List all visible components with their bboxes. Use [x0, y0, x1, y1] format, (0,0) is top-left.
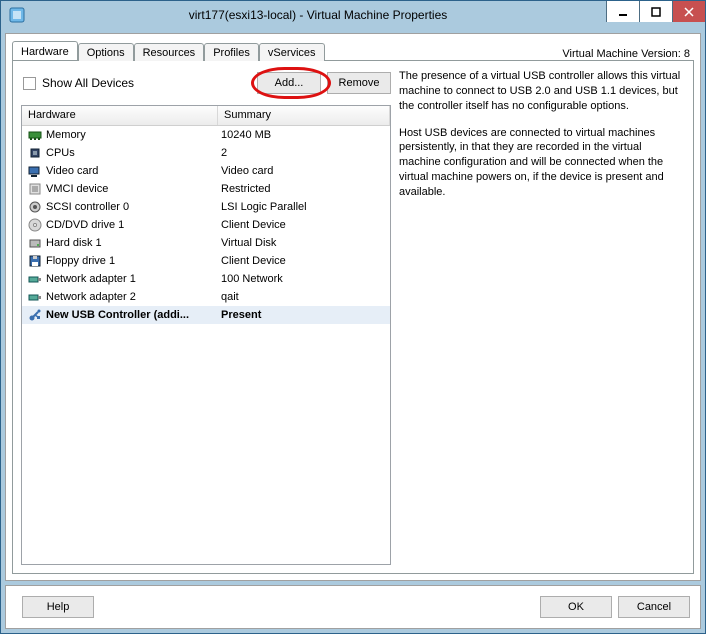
device-summary: 10240 MB — [217, 129, 390, 141]
device-name: Video card — [44, 165, 217, 177]
tab-profiles[interactable]: Profiles — [204, 43, 259, 61]
cancel-button[interactable]: Cancel — [618, 596, 690, 618]
remove-button[interactable]: Remove — [327, 72, 391, 94]
ok-button[interactable]: OK — [540, 596, 612, 618]
close-button[interactable] — [672, 1, 705, 22]
dialog-button-bar: Help OK Cancel — [5, 585, 701, 629]
device-row[interactable]: SCSI controller 0LSI Logic Parallel — [22, 198, 390, 216]
device-row[interactable]: New USB Controller (addi...Present — [22, 306, 390, 324]
device-summary: 2 — [217, 147, 390, 159]
column-summary[interactable]: Summary — [218, 106, 390, 125]
device-row[interactable]: CD/DVD drive 1Client Device — [22, 216, 390, 234]
minimize-button[interactable] — [606, 1, 639, 22]
device-summary: LSI Logic Parallel — [217, 201, 390, 213]
device-summary: Client Device — [217, 255, 390, 267]
device-name: Network adapter 2 — [44, 291, 217, 303]
device-name: Floppy drive 1 — [44, 255, 217, 267]
tab-page-hardware: Show All Devices Add... Remove Hardware … — [12, 60, 694, 574]
app-icon — [8, 6, 26, 24]
device-name: SCSI controller 0 — [44, 201, 217, 213]
tab-vservices[interactable]: vServices — [259, 43, 325, 61]
show-all-devices-checkbox[interactable]: Show All Devices — [23, 76, 134, 90]
tab-options[interactable]: Options — [78, 43, 134, 61]
info-paragraph-1: The presence of a virtual USB controller… — [399, 69, 681, 114]
nic-icon — [26, 272, 44, 286]
checkbox-box-icon — [23, 77, 36, 90]
device-list-body: Memory10240 MBCPUs2Video cardVideo cardV… — [22, 126, 390, 564]
nic-icon — [26, 290, 44, 304]
video-icon — [26, 164, 44, 178]
tab-hardware[interactable]: Hardware — [12, 41, 78, 60]
device-summary: qait — [217, 291, 390, 303]
window-controls — [606, 1, 705, 22]
device-row[interactable]: Memory10240 MB — [22, 126, 390, 144]
device-name: CD/DVD drive 1 — [44, 219, 217, 231]
device-summary: Video card — [217, 165, 390, 177]
device-row[interactable]: CPUs2 — [22, 144, 390, 162]
device-summary: Present — [217, 309, 390, 321]
device-summary: Restricted — [217, 183, 390, 195]
vm-version-label: Virtual Machine Version: 8 — [562, 48, 694, 60]
window-title: virt177(esxi13-local) - Virtual Machine … — [31, 8, 705, 22]
usb-icon — [26, 308, 44, 322]
device-row[interactable]: VMCI deviceRestricted — [22, 180, 390, 198]
info-paragraph-2: Host USB devices are connected to virtua… — [399, 126, 681, 200]
device-row[interactable]: Floppy drive 1Client Device — [22, 252, 390, 270]
device-row[interactable]: Network adapter 1100 Network — [22, 270, 390, 288]
tab-resources[interactable]: Resources — [134, 43, 205, 61]
device-name: Memory — [44, 129, 217, 141]
device-list[interactable]: Hardware Summary Memory10240 MBCPUs2Vide… — [21, 105, 391, 565]
device-name: CPUs — [44, 147, 217, 159]
device-row[interactable]: Hard disk 1Virtual Disk — [22, 234, 390, 252]
vmci-icon — [26, 182, 44, 196]
memory-icon — [26, 128, 44, 142]
help-button[interactable]: Help — [22, 596, 94, 618]
device-summary: Client Device — [217, 219, 390, 231]
titlebar[interactable]: virt177(esxi13-local) - Virtual Machine … — [1, 1, 705, 29]
device-name: Hard disk 1 — [44, 237, 217, 249]
cd-icon — [26, 218, 44, 232]
device-summary: 100 Network — [217, 273, 390, 285]
device-name: VMCI device — [44, 183, 217, 195]
cpu-icon — [26, 146, 44, 160]
hardware-top-controls: Show All Devices Add... Remove — [21, 69, 391, 97]
show-all-devices-label: Show All Devices — [42, 76, 134, 90]
vm-properties-window: virt177(esxi13-local) - Virtual Machine … — [0, 0, 706, 634]
device-row[interactable]: Video cardVideo card — [22, 162, 390, 180]
device-summary: Virtual Disk — [217, 237, 390, 249]
maximize-button[interactable] — [639, 1, 672, 22]
column-hardware[interactable]: Hardware — [22, 106, 218, 125]
hardware-left-column: Show All Devices Add... Remove Hardware … — [21, 69, 391, 565]
dialog-content: Hardware Options Resources Profiles vSer… — [5, 33, 701, 581]
disk-icon — [26, 236, 44, 250]
scsi-icon — [26, 200, 44, 214]
add-button[interactable]: Add... — [257, 72, 321, 94]
device-list-header: Hardware Summary — [22, 106, 390, 126]
device-name: New USB Controller (addi... — [44, 309, 217, 321]
hardware-info-pane: The presence of a virtual USB controller… — [399, 69, 685, 565]
floppy-icon — [26, 254, 44, 268]
tab-strip: Hardware Options Resources Profiles vSer… — [12, 38, 694, 60]
device-name: Network adapter 1 — [44, 273, 217, 285]
device-row[interactable]: Network adapter 2qait — [22, 288, 390, 306]
